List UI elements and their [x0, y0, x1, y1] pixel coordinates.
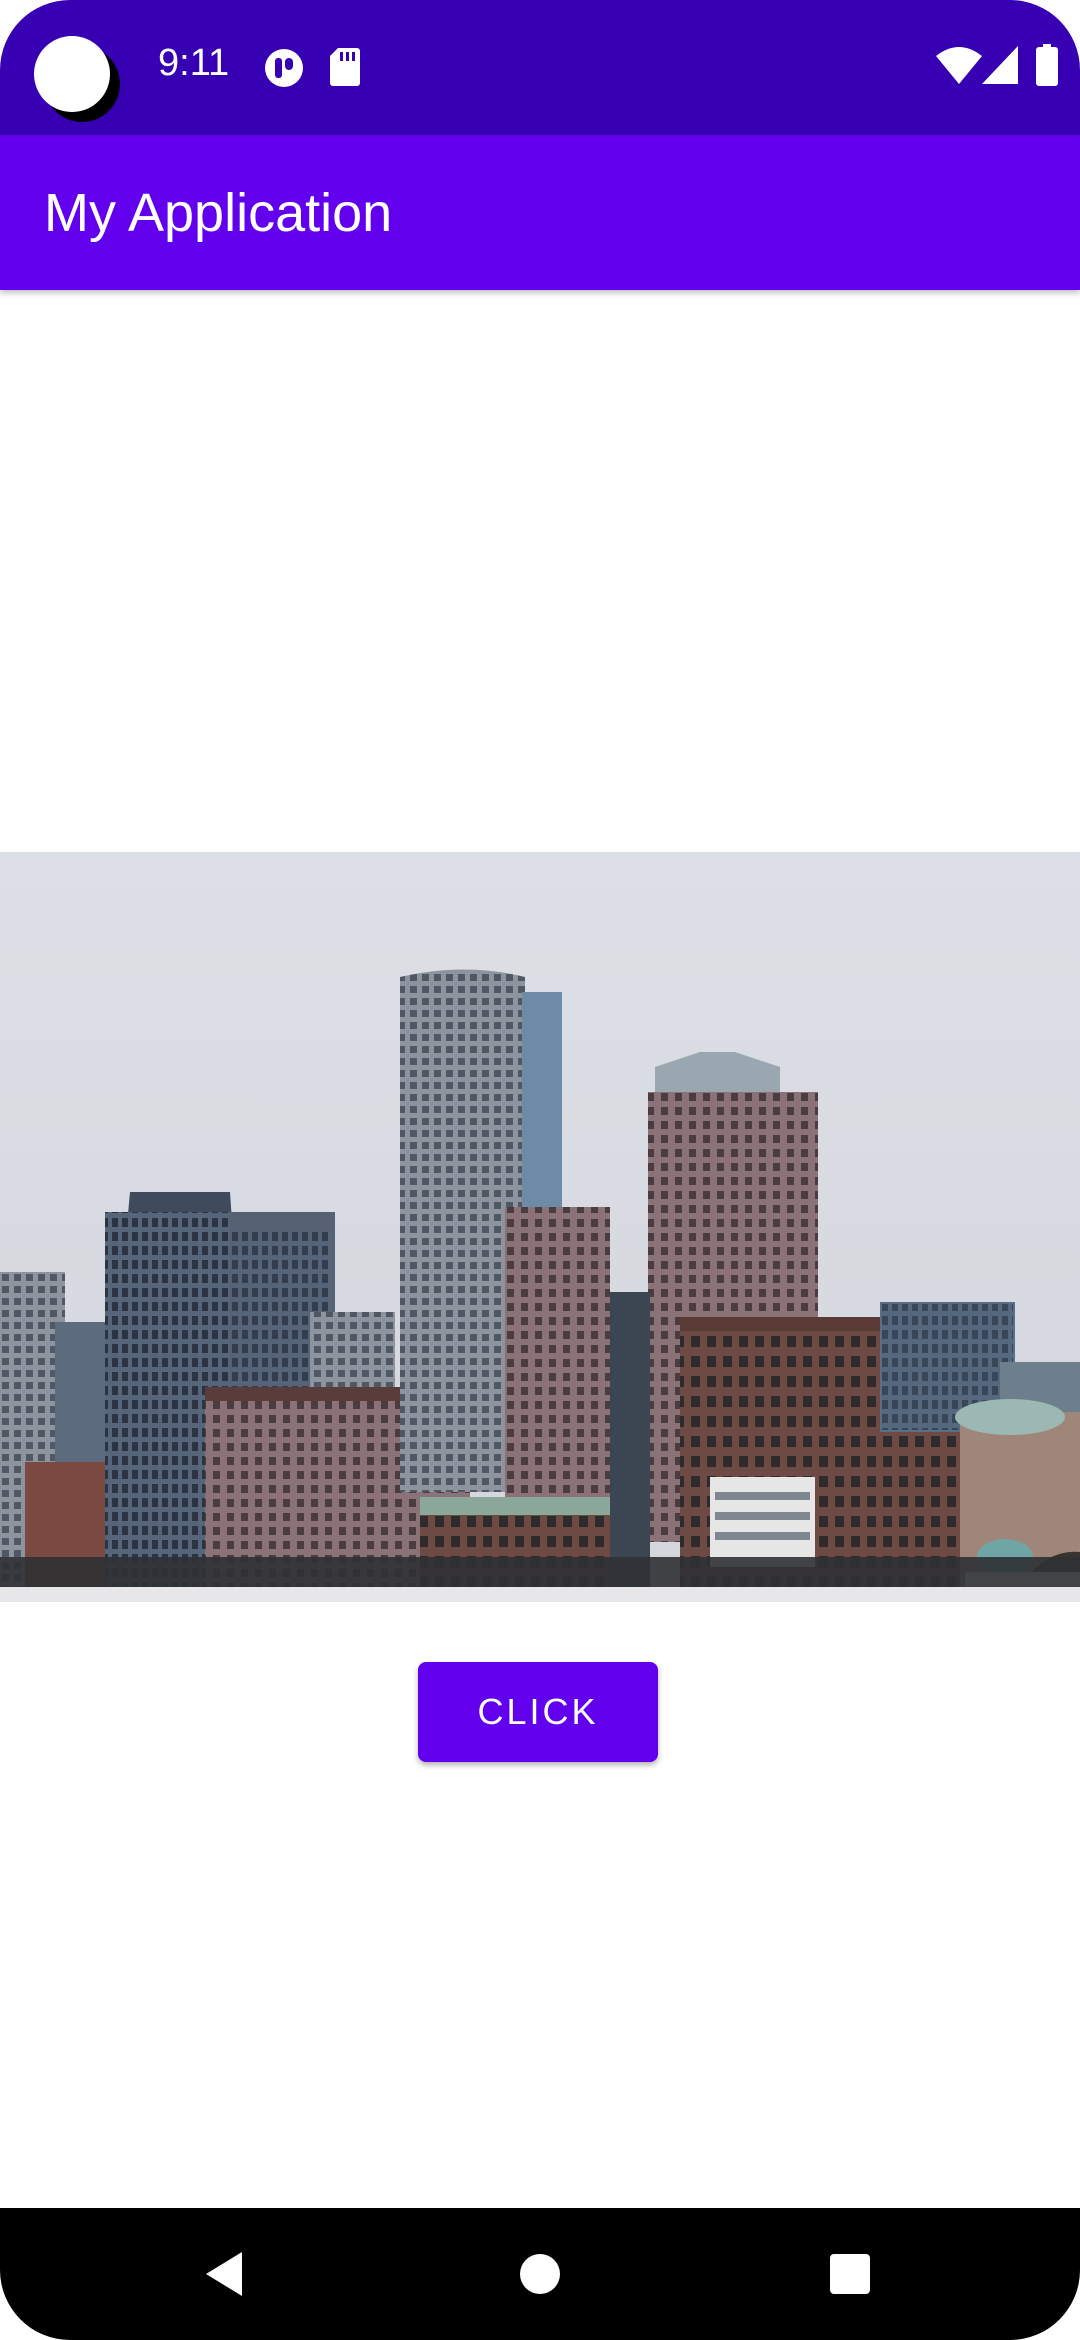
sd-card-icon — [330, 48, 360, 86]
navigation-bar — [0, 2208, 1080, 2340]
status-bar: 9:11 — [0, 0, 1080, 135]
battery-icon — [1036, 44, 1058, 86]
home-icon[interactable] — [510, 2244, 570, 2304]
phone-screen: 9:11 My Application CLICK — [0, 0, 1080, 2340]
app-title: My Application — [44, 182, 393, 243]
recents-icon[interactable] — [820, 2244, 880, 2304]
click-button[interactable]: CLICK — [418, 1662, 658, 1762]
wifi-icon — [936, 47, 982, 84]
back-icon[interactable] — [196, 2244, 256, 2304]
app-bar: My Application — [0, 135, 1080, 290]
cell-signal-icon — [982, 46, 1018, 84]
camera-cutout — [34, 36, 110, 112]
city-skyline-photo — [0, 852, 1080, 1602]
status-time: 9:11 — [158, 42, 230, 84]
notification-app-icon — [265, 49, 303, 87]
